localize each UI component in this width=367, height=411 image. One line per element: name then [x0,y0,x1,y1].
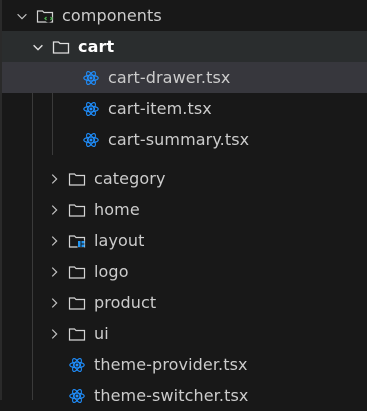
tree-file-theme-provider[interactable]: theme-provider.tsx [2,349,367,380]
chevron-right-icon [46,171,62,187]
file-label: cart-item.tsx [108,99,212,118]
folder-icon [68,170,86,188]
folder-label: home [94,200,140,219]
layout-folder-icon [68,232,86,250]
chevron-right-icon [46,233,62,249]
chevron-right-icon [46,264,62,280]
folder-label: logo [94,262,129,281]
react-icon [82,131,100,149]
tree-folder-home[interactable]: home [2,194,367,225]
folder-icon [52,38,70,56]
tree-folder-category[interactable]: category [2,163,367,194]
tree-file-cart-summary[interactable]: cart-summary.tsx [2,124,367,155]
file-explorer: components cart cart-drawer.tsx cart-ite… [0,0,367,405]
folder-label: category [94,169,166,188]
tree-file-cart-item[interactable]: cart-item.tsx [2,93,367,124]
folder-label: components [62,6,162,25]
react-icon [68,387,86,405]
folder-icon [68,294,86,312]
file-label: theme-provider.tsx [94,355,248,374]
folder-icon [68,201,86,219]
tree-folder-logo[interactable]: logo [2,256,367,287]
tree-folder-cart[interactable]: cart [2,31,367,62]
chevron-right-icon [46,295,62,311]
file-label: theme-switcher.tsx [94,386,249,405]
folder-icon [68,263,86,281]
chevron-right-icon [46,326,62,342]
chevron-right-icon [46,202,62,218]
tree-folder-layout[interactable]: layout [2,225,367,256]
react-icon [82,69,100,87]
tree-folder-components[interactable]: components [2,0,367,31]
folder-label: layout [94,231,145,250]
tree-folder-product[interactable]: product [2,287,367,318]
tree-file-theme-switcher[interactable]: theme-switcher.tsx [2,380,367,411]
components-folder-icon [36,7,54,25]
tree-file-cart-drawer[interactable]: cart-drawer.tsx [2,62,367,93]
folder-label: cart [78,37,115,56]
folder-label: ui [94,324,109,343]
tree-folder-ui[interactable]: ui [2,318,367,349]
chevron-down-icon [14,8,30,24]
chevron-down-icon [30,39,46,55]
folder-label: product [94,293,157,312]
react-icon [68,356,86,374]
file-label: cart-summary.tsx [108,130,250,149]
file-label: cart-drawer.tsx [108,68,231,87]
react-icon [82,100,100,118]
folder-icon [68,325,86,343]
